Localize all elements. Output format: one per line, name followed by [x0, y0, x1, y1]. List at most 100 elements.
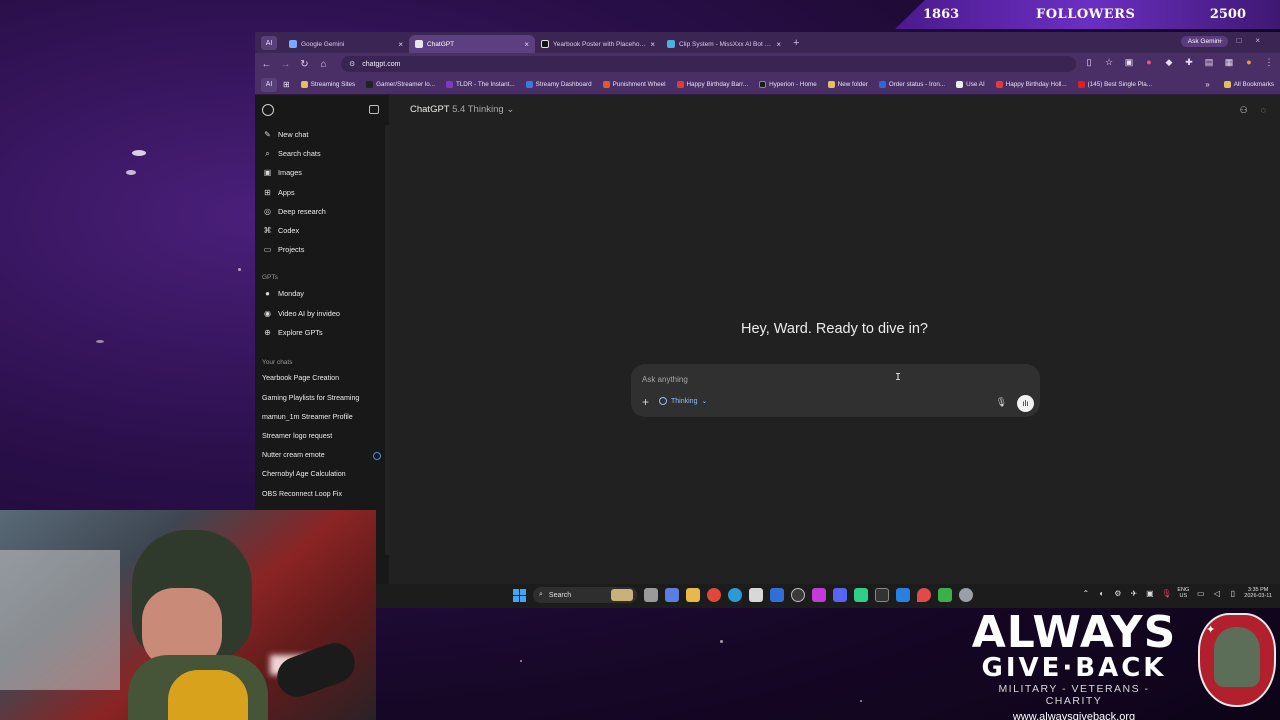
tray-app-icon[interactable]: ▣: [1145, 589, 1154, 598]
page-icon[interactable]: ▯: [1084, 57, 1094, 68]
chat-history-item[interactable]: Nutter cream emote: [255, 446, 389, 465]
bookmark-item[interactable]: New folder: [827, 81, 868, 88]
bookmark-item[interactable]: Use AI: [956, 81, 985, 88]
extension-icon[interactable]: ◆: [1164, 57, 1174, 68]
chat-history-item[interactable]: Gaming Playlists for Streaming: [255, 388, 389, 407]
chat-history-item[interactable]: Streamer logo request: [255, 426, 389, 445]
sidepanel-icon[interactable]: ▤: [1204, 57, 1214, 68]
add-people-icon[interactable]: ⚇: [1240, 105, 1248, 116]
extension-icon[interactable]: ▦: [1224, 57, 1234, 68]
sidebar-toggle-icon[interactable]: [369, 105, 379, 114]
battery-icon[interactable]: ▯: [1228, 589, 1237, 598]
tab-search-icon[interactable]: AI: [261, 36, 277, 50]
taskbar-search[interactable]: ⌕ Search: [533, 587, 637, 603]
microphone-tray-icon[interactable]: 🎙: [1161, 589, 1171, 598]
thinking-mode-button[interactable]: Thinking ⌄: [659, 397, 707, 405]
chevron-down-icon: ⌄: [701, 398, 708, 405]
site-info-icon[interactable]: ⚙: [349, 60, 355, 68]
profile-icon[interactable]: ●: [1244, 57, 1254, 68]
chat-history-item[interactable]: mamun_1m Streamer Profile: [255, 407, 389, 426]
close-tab-icon[interactable]: ×: [398, 40, 403, 49]
apps-grid-icon[interactable]: ⊞: [283, 80, 290, 89]
chat-history-item[interactable]: Yearbook Page Creation: [255, 369, 389, 388]
sidebar-item-images[interactable]: ▣ Images: [255, 163, 389, 182]
sidebar-item-deep-research[interactable]: ◎ Deep research: [255, 202, 389, 221]
file-explorer-icon[interactable]: [686, 588, 700, 602]
address-bar[interactable]: ⚙ chatgpt.com: [341, 56, 1076, 72]
app-icon[interactable]: [854, 588, 868, 602]
close-tab-icon[interactable]: ×: [524, 40, 529, 49]
chrome-icon[interactable]: [707, 588, 721, 602]
task-view-icon[interactable]: [644, 588, 658, 602]
tab-clip-system[interactable]: Clip System - MissXxx AI Bot System ×: [661, 35, 787, 53]
tray-app-icon[interactable]: ◐: [1097, 589, 1106, 598]
microphone-icon[interactable]: 🎙: [996, 397, 1007, 408]
windows-start-icon[interactable]: [513, 588, 526, 602]
tab-chatgpt[interactable]: ChatGPT ×: [409, 35, 535, 53]
store-icon[interactable]: [749, 588, 763, 602]
network-icon[interactable]: ▭: [1196, 589, 1205, 598]
bookmark-item[interactable]: Hyperion - Home: [759, 81, 817, 88]
plus-icon[interactable]: +: [642, 395, 649, 409]
followers-current: 1863: [923, 7, 960, 22]
tab-yearbook[interactable]: Yearbook Poster with Placeholder ×: [535, 35, 661, 53]
ai-mode-icon[interactable]: AI: [261, 77, 277, 92]
extension-icon[interactable]: ▣: [1124, 57, 1134, 68]
bookmark-item[interactable]: Streamy Dashboard: [525, 81, 592, 88]
obs-icon[interactable]: [791, 588, 805, 602]
edge-icon[interactable]: [728, 588, 742, 602]
back-icon[interactable]: ←: [261, 59, 272, 70]
temporary-chat-icon[interactable]: ◌: [1261, 105, 1266, 116]
app-icon[interactable]: [938, 588, 952, 602]
model-selector[interactable]: ChatGPT 5.4 Thinking ⌄: [410, 104, 514, 115]
volume-icon[interactable]: ◁: [1212, 589, 1221, 598]
openai-logo-icon[interactable]: [262, 104, 274, 116]
app-icon[interactable]: [896, 588, 910, 602]
bookmark-item[interactable]: TLDR - The Instant...: [445, 81, 515, 88]
sidebar-item-codex[interactable]: ⌘ Codex: [255, 221, 389, 240]
tray-app-icon[interactable]: ⚙: [1113, 589, 1122, 598]
puzzle-icon[interactable]: ✚: [1184, 57, 1194, 68]
language-indicator[interactable]: ENG US: [1177, 587, 1189, 599]
sidebar-item-search-chats[interactable]: ⌕ Search chats: [255, 144, 389, 163]
new-tab-icon[interactable]: +: [793, 37, 799, 49]
bookmark-item[interactable]: Streaming Sites: [300, 81, 355, 88]
gpt-item[interactable]: ◉ Video AI by invideo: [255, 304, 389, 323]
sidebar-item-new-chat[interactable]: ✎ New chat: [255, 125, 389, 144]
tray-app-icon[interactable]: ✈: [1129, 589, 1138, 598]
gpt-item[interactable]: ⊕ Explore GPTs: [255, 323, 389, 342]
bookmark-item[interactable]: (145) Best Single Pla...: [1077, 81, 1152, 88]
menu-icon[interactable]: ⋮: [1264, 57, 1274, 68]
terminal-icon[interactable]: [875, 588, 889, 602]
bookmark-item[interactable]: Order status - Iron...: [878, 81, 945, 88]
window-controls[interactable]: –□×: [1218, 36, 1274, 45]
copilot-icon[interactable]: [665, 588, 679, 602]
close-tab-icon[interactable]: ×: [776, 40, 781, 49]
forward-icon[interactable]: →: [280, 59, 291, 70]
sidebar-item-projects[interactable]: ▭ Projects: [255, 240, 389, 259]
bookmark-item[interactable]: Happy Birthday Holl...: [995, 81, 1067, 88]
bookmark-item[interactable]: Gamer/Streamer lo...: [366, 81, 435, 88]
chevron-right-icon[interactable]: »: [1205, 80, 1209, 89]
close-tab-icon[interactable]: ×: [650, 40, 655, 49]
chat-history-item[interactable]: OBS Reconnect Loop Fix: [255, 484, 389, 503]
chevron-up-icon[interactable]: ⌃: [1081, 589, 1090, 598]
gpt-item[interactable]: ● Monday: [255, 284, 389, 303]
maps-icon[interactable]: [917, 588, 931, 602]
sidebar-item-apps[interactable]: ⊞ Apps: [255, 183, 389, 202]
voice-mode-button[interactable]: ılı: [1017, 395, 1034, 412]
settings-icon[interactable]: [959, 588, 973, 602]
extension-icon[interactable]: ●: [1144, 57, 1154, 68]
clock[interactable]: 3:35 PM 2026-03-11: [1244, 587, 1272, 599]
reload-icon[interactable]: ↻: [299, 59, 310, 70]
mail-icon[interactable]: [770, 588, 784, 602]
tab-gemini[interactable]: Google Gemini ×: [283, 35, 409, 53]
discord-icon[interactable]: [833, 588, 847, 602]
home-icon[interactable]: ⌂: [318, 59, 329, 70]
chat-history-item[interactable]: Chernobyl Age Calculation: [255, 465, 389, 484]
all-bookmarks-button[interactable]: All Bookmarks: [1223, 81, 1274, 88]
bookmark-item[interactable]: Punishment Wheel: [602, 81, 666, 88]
bookmark-item[interactable]: Happy Birthday Barr...: [676, 81, 748, 88]
app-icon[interactable]: [812, 588, 826, 602]
bookmark-star-icon[interactable]: ☆: [1104, 57, 1114, 68]
